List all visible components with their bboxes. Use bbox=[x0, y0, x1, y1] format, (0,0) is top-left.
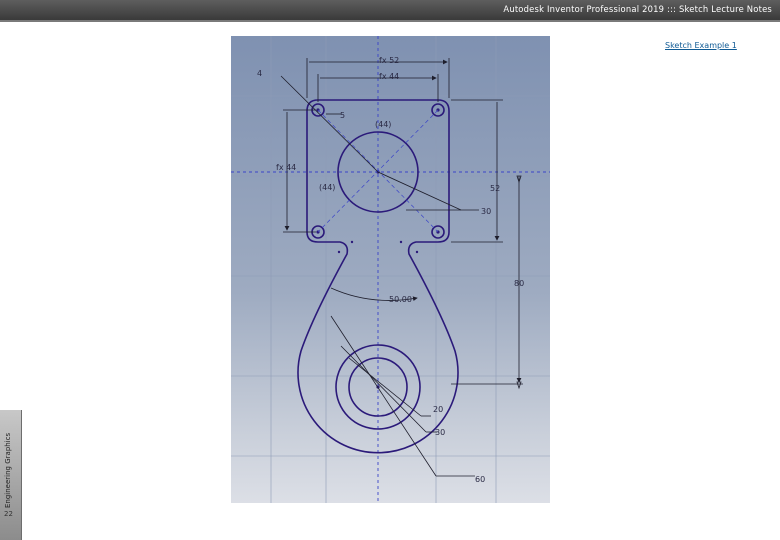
dim-left-outer[interactable]: fx 44 bbox=[276, 163, 296, 172]
header-title: Autodesk Inventor Professional 2019 ::: … bbox=[503, 4, 772, 14]
title-bar: Autodesk Inventor Professional 2019 ::: … bbox=[0, 0, 780, 21]
grid-lines bbox=[231, 36, 550, 503]
dim-top-outer[interactable]: fx 52 bbox=[379, 56, 399, 65]
dim-top-inner[interactable]: fx 44 bbox=[379, 72, 399, 81]
centerlines bbox=[231, 36, 550, 503]
dim-bottom-outer[interactable]: 60 bbox=[475, 475, 485, 484]
sketch-canvas[interactable]: fx 52 fx 44 fx 44 5 (44) (44) 52 30 50.0… bbox=[231, 36, 550, 503]
fix-triangle-bottom bbox=[516, 381, 522, 390]
dim-corner-label[interactable]: 4 bbox=[257, 69, 262, 78]
header-divider bbox=[0, 20, 780, 22]
dim-bottom-inner[interactable]: 20 bbox=[433, 405, 443, 414]
sketch-example-link[interactable]: Sketch Example 1 bbox=[665, 41, 737, 50]
dim-ref-left[interactable]: (44) bbox=[319, 183, 335, 192]
page-number: 22 bbox=[4, 510, 13, 518]
dim-bottom-mid[interactable]: 30 bbox=[435, 428, 445, 437]
dim-ref-top[interactable]: (44) bbox=[375, 120, 391, 129]
sketch-viewport[interactable]: fx 52 fx 44 fx 44 5 (44) (44) 52 30 50.0… bbox=[231, 36, 550, 503]
side-tab: Engineering Graphics 22 bbox=[0, 410, 22, 540]
dim-neck-angle[interactable]: 50.00 bbox=[389, 295, 412, 304]
dim-overall-height[interactable]: 80 bbox=[514, 279, 524, 288]
dim-right-height[interactable]: 52 bbox=[490, 184, 500, 193]
dim-center-circle[interactable]: 30 bbox=[481, 207, 491, 216]
side-tab-label: Engineering Graphics bbox=[4, 432, 12, 508]
dimension-lines bbox=[280, 58, 523, 477]
dimension-labels: fx 52 fx 44 fx 44 5 (44) (44) 52 30 50.0… bbox=[257, 56, 524, 484]
dim-hole-dia[interactable]: 5 bbox=[340, 111, 345, 120]
